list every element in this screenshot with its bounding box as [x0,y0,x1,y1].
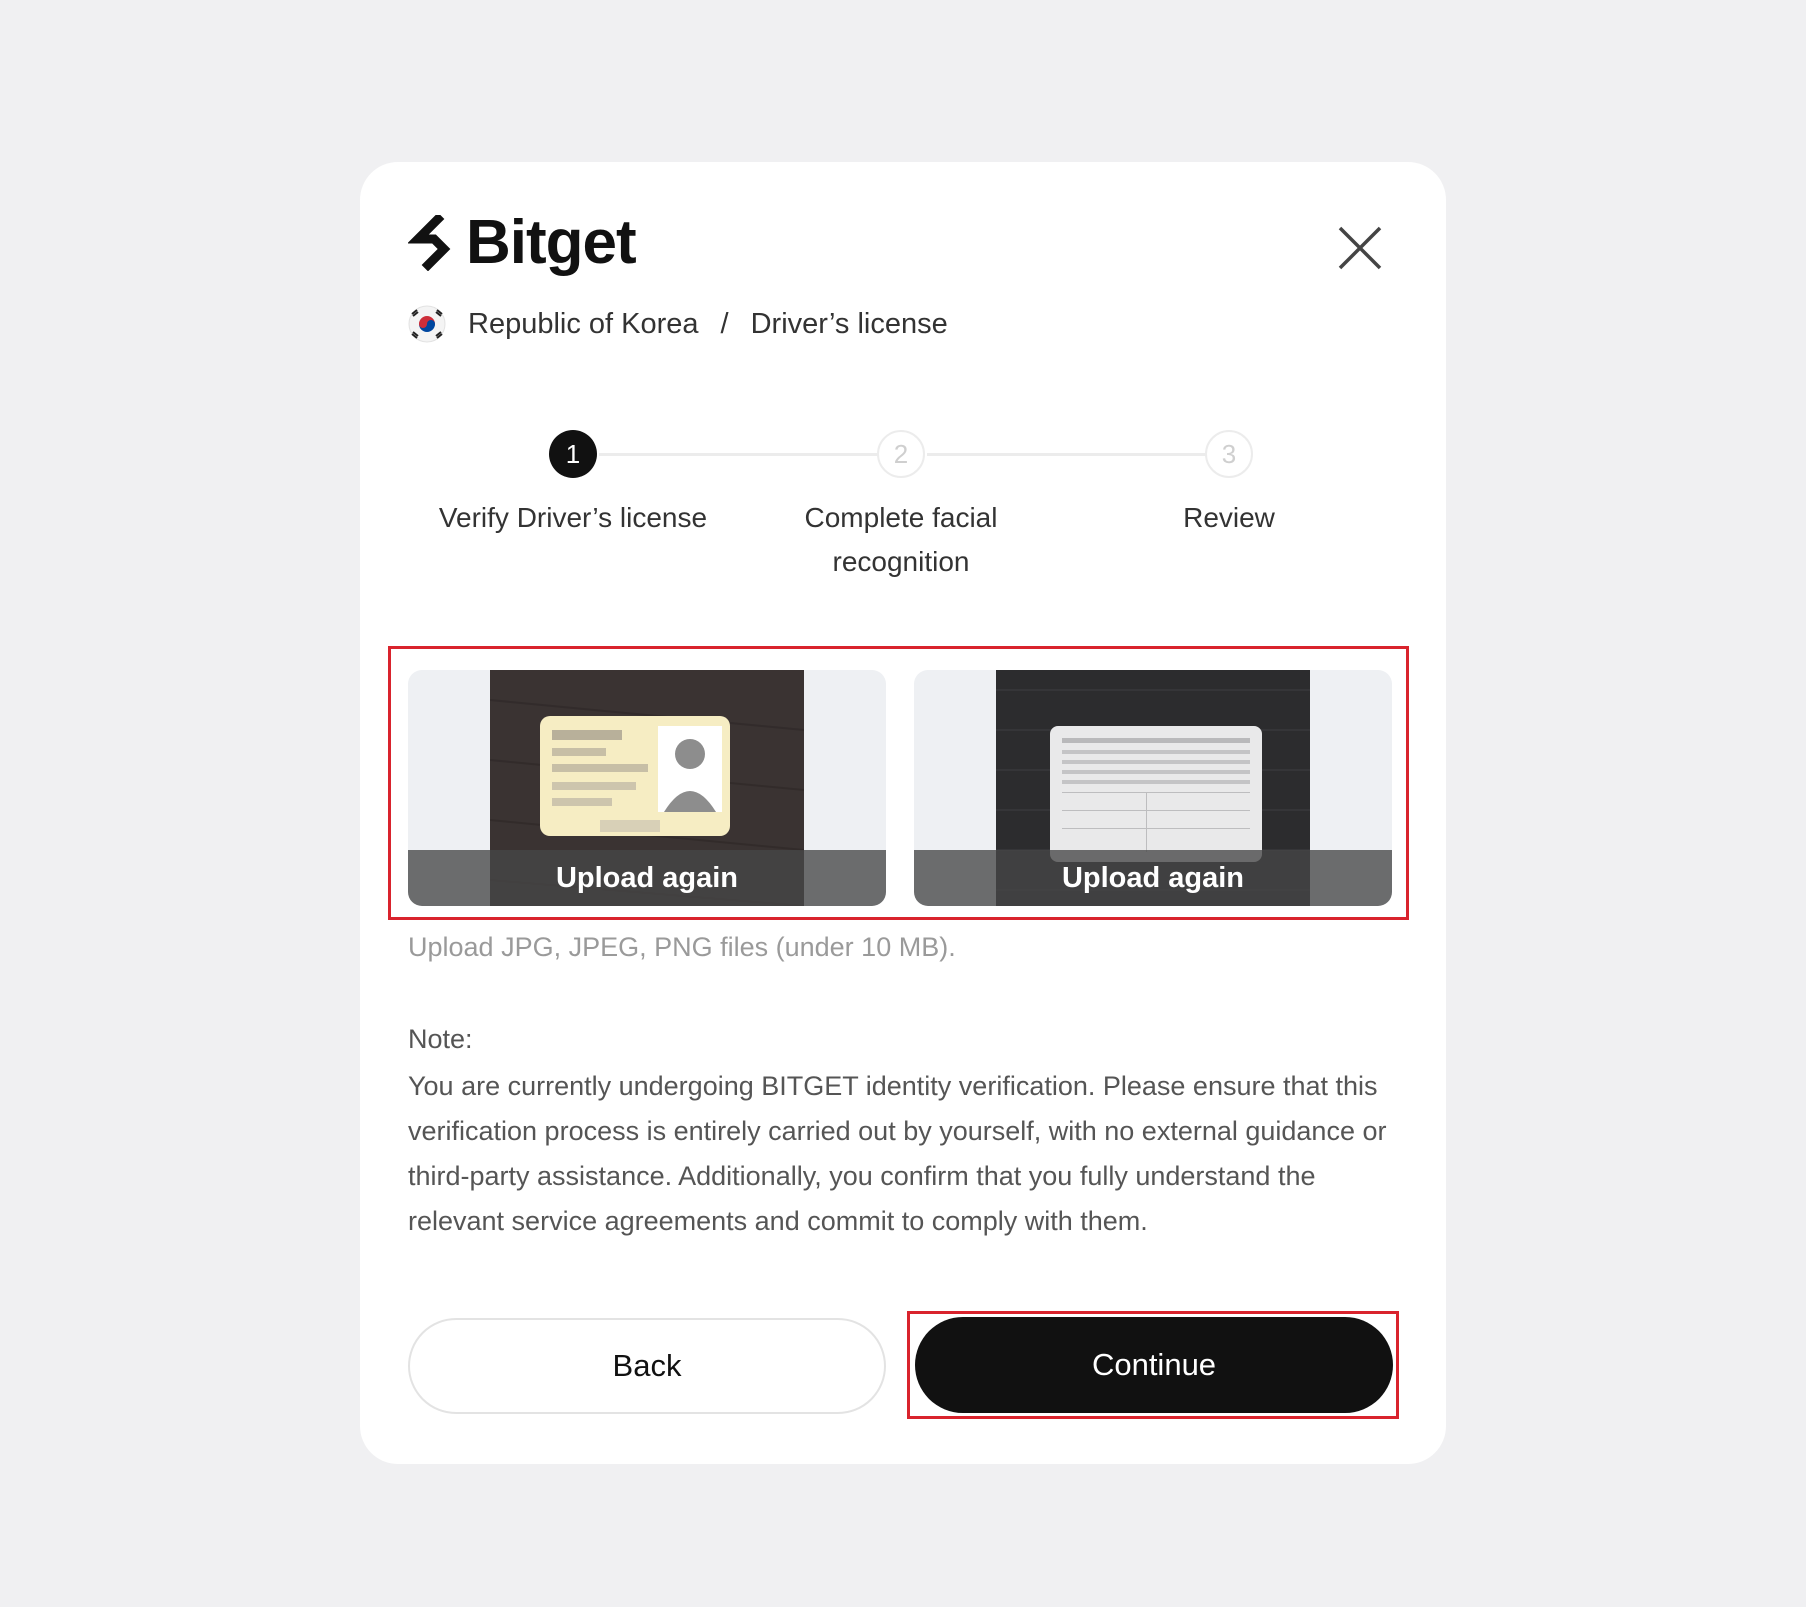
bitget-logo-icon [408,215,451,271]
brand-name: Bitget [466,208,637,277]
step-2-indicator: 2 [877,430,925,478]
upload-back-again-button[interactable]: Upload again [914,850,1392,906]
breadcrumb-country: Republic of Korea [468,307,699,340]
breadcrumb-document: Driver’s license [750,307,948,340]
upload-hint: Upload JPG, JPEG, PNG files (under 10 MB… [408,932,956,962]
upload-front-tile[interactable]: Upload again [408,670,886,906]
upload-front-again-button[interactable]: Upload again [408,850,886,906]
step-3-indicator: 3 [1205,430,1253,478]
upload-back-tile[interactable]: Upload again [914,670,1392,906]
back-button[interactable]: Back [408,1318,886,1414]
step-3-label: Review [1183,502,1275,533]
note-body: You are currently undergoing BITGET iden… [408,1071,1387,1236]
step-2-label: Complete facial recognition [804,502,998,577]
step-1-indicator: 1 [549,430,597,478]
breadcrumb: Republic of Korea / Driver’s license [408,302,948,346]
continue-button[interactable]: Continue [915,1317,1393,1413]
step-connector [599,453,883,456]
step-1-label: Verify Driver’s license [438,502,708,533]
korea-flag-icon [408,305,446,343]
verification-dialog: Bitget Republic of Korea / Driver’s lice… [360,162,1446,1464]
bitget-logo: Bitget [408,208,637,277]
step-connector [927,453,1211,456]
close-icon[interactable] [1334,222,1386,274]
note-title: Note: [408,1024,473,1054]
breadcrumb-separator: / [720,307,729,340]
